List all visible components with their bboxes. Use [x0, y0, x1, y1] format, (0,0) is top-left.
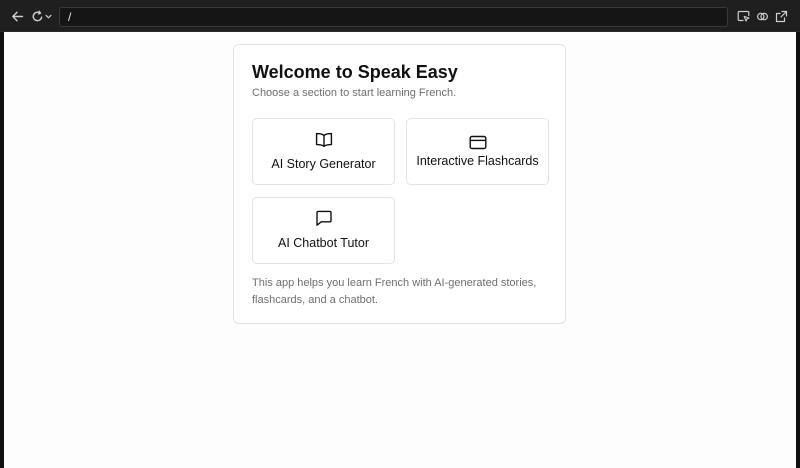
- back-arrow-icon: [11, 11, 23, 22]
- tile-label: AI Chatbot Tutor: [277, 236, 370, 250]
- flashcards-tile[interactable]: Interactive Flashcards: [406, 118, 549, 185]
- open-external-icon: [775, 10, 787, 23]
- book-open-icon: [315, 132, 332, 148]
- browser-toolbar: /: [0, 0, 800, 32]
- link-icon: [756, 12, 768, 21]
- story-generator-tile[interactable]: AI Story Generator: [252, 118, 395, 185]
- reload-button[interactable]: [30, 8, 52, 25]
- inspect-icon: [737, 10, 750, 22]
- chatbot-tutor-tile[interactable]: AI Chatbot Tutor: [252, 197, 395, 264]
- app-description: This app helps you learn French with AI-…: [252, 277, 537, 306]
- tile-label: AI Story Generator: [271, 157, 376, 171]
- page-viewport: Welcome to Speak Easy Choose a section t…: [4, 32, 796, 468]
- inspect-button[interactable]: [736, 8, 750, 25]
- open-external-button[interactable]: [774, 8, 788, 25]
- flashcard-icon: [469, 135, 487, 150]
- url-bar[interactable]: /: [59, 7, 728, 27]
- page-subtitle: Choose a section to start learning Frenc…: [252, 87, 457, 99]
- welcome-card: Welcome to Speak Easy Choose a section t…: [233, 44, 566, 324]
- chevron-down-icon: [44, 14, 52, 19]
- link-button[interactable]: [755, 8, 769, 25]
- page-title: Welcome to Speak Easy: [252, 62, 458, 82]
- back-button[interactable]: [10, 8, 24, 25]
- tile-label: Interactive Flashcards: [416, 154, 539, 168]
- reload-icon: [32, 10, 42, 22]
- message-square-icon: [315, 210, 332, 226]
